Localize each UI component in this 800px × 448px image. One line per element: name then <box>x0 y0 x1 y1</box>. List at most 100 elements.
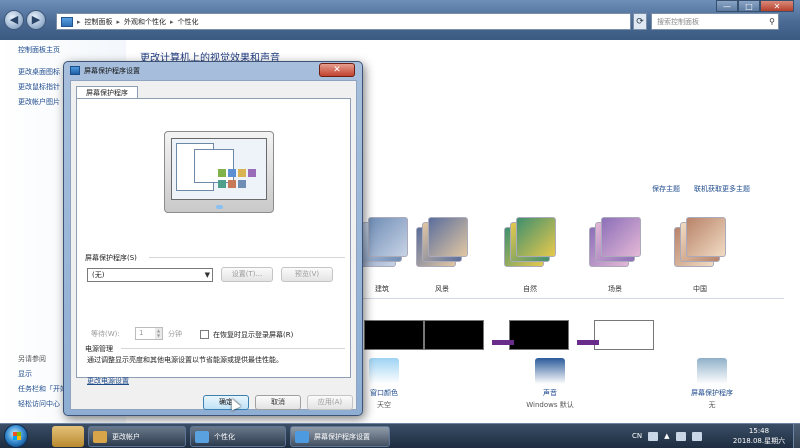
color-bar <box>577 340 599 345</box>
system-tray: CN ▲ <box>632 424 702 448</box>
show-desktop-button[interactable] <box>793 424 800 448</box>
close-button[interactable]: ✕ <box>760 0 794 12</box>
keyboard-icon[interactable] <box>648 431 659 441</box>
forward-button[interactable]: ▶ <box>26 10 46 30</box>
sound-value: Windows 默认 <box>526 401 574 409</box>
breadcrumb-control-panel[interactable]: 控制面板 <box>85 17 113 27</box>
theme-thumbnail <box>686 217 726 257</box>
screensaver-group-label: 屏幕保护程序(S) <box>85 254 137 262</box>
spinner-arrows[interactable]: ▲ ▼ <box>155 328 162 339</box>
clock[interactable]: 15:48 2018.08.星期六 <box>726 426 792 446</box>
left-nav-mouse-pointer[interactable]: 更改鼠标指针 <box>18 82 60 92</box>
theme-label: 场景 <box>608 285 622 293</box>
wait-unit-label: 分钟 <box>168 330 182 338</box>
wait-label: 等待(W): <box>91 330 120 338</box>
theme-item[interactable] <box>581 217 651 287</box>
tab-page: 屏幕保护程序(S) (无) ▼ 设置(T)... 预览(V) 等待(W): 1 … <box>76 98 351 385</box>
dialog-titlebar[interactable]: 屏幕保护程序设置 ✕ <box>64 62 362 79</box>
chevron-right-icon: ▸ <box>77 17 81 26</box>
search-icon: ⚲ <box>769 17 775 26</box>
left-nav-home[interactable]: 控制面板主页 <box>18 45 60 55</box>
resume-logon-label: 在恢复时显示登录屏幕(R) <box>213 331 294 339</box>
chevron-down-icon: ▼ <box>204 271 210 279</box>
screensaver-item[interactable]: 屏幕保护程序 无 <box>672 358 752 410</box>
clock-date: 2018.08.星期六 <box>732 437 786 445</box>
back-button[interactable]: ◀ <box>4 10 24 30</box>
theme-label: 中国 <box>693 285 707 293</box>
language-indicator[interactable]: CN <box>632 432 642 440</box>
monitor-power-light <box>216 205 223 209</box>
cancel-button[interactable]: 取消 <box>255 395 301 410</box>
sound-icon <box>535 358 565 384</box>
see-also-display[interactable]: 显示 <box>18 369 32 379</box>
theme-label: 风景 <box>435 285 449 293</box>
minimize-button[interactable]: — <box>716 0 738 12</box>
sound-item[interactable]: 声音 Windows 默认 <box>510 358 590 410</box>
taskbar-item-label: 个性化 <box>214 432 235 441</box>
screensaver-select[interactable]: (无) ▼ <box>87 268 213 282</box>
monitor-preview <box>164 131 274 219</box>
window-controls: — □ ✕ <box>716 0 794 12</box>
group-divider <box>121 348 345 349</box>
preview-thumb <box>238 180 246 188</box>
search-input[interactable]: 搜索控制面板 ⚲ <box>651 13 779 30</box>
screensaver-label: 屏幕保护程序 <box>691 389 733 397</box>
left-nav-account-picture[interactable]: 更改帐户图片 <box>18 97 60 107</box>
preview-screen <box>171 138 267 200</box>
theme-item[interactable] <box>666 217 736 287</box>
start-button[interactable] <box>4 424 28 448</box>
address-bar[interactable]: ▸ 控制面板 ▸ 外观和个性化 ▸ 个性化 <box>56 13 631 30</box>
preview-window <box>194 149 234 183</box>
resume-logon-checkbox[interactable] <box>200 330 209 339</box>
save-theme-link[interactable]: 保存主题 <box>652 184 680 194</box>
chevron-up-icon[interactable]: ▲ <box>664 432 669 440</box>
wait-minutes-input[interactable]: 1 ▲ ▼ <box>135 327 163 340</box>
breadcrumb-appearance[interactable]: 外观和个性化 <box>124 17 166 27</box>
theme-label: 自然 <box>523 285 537 293</box>
change-power-settings-link[interactable]: 更改电源设置 <box>87 376 129 386</box>
see-also-ease-of-access[interactable]: 轻松访问中心 <box>18 399 60 409</box>
volume-icon[interactable] <box>691 431 702 441</box>
background-swatch[interactable] <box>509 320 569 350</box>
ok-button[interactable]: 确定 <box>203 395 249 410</box>
screensaver-select-value: (无) <box>92 271 105 279</box>
taskbar-item-personalization[interactable]: 个性化 <box>190 426 286 447</box>
dialog-body: 屏幕保护程序 屏幕保护程序(S) (无) ▼ 设置(T)... 预览(V) 等待… <box>70 80 357 410</box>
power-group-label: 电源管理 <box>85 345 113 353</box>
taskbar-item-label: 屏幕保护程序设置 <box>314 432 370 441</box>
taskbar-item-screensaver[interactable]: 屏幕保护程序设置 <box>290 426 390 447</box>
taskbar-item-account[interactable]: 更改帐户 <box>88 426 186 447</box>
search-placeholder: 搜索控制面板 <box>657 17 699 26</box>
preview-button[interactable]: 预览(V) <box>281 267 333 282</box>
background-swatch[interactable] <box>364 320 424 350</box>
windows-logo-icon <box>13 436 21 440</box>
group-divider <box>149 257 345 258</box>
apply-button[interactable]: 应用(A) <box>307 395 353 410</box>
left-nav-desktop-icons[interactable]: 更改桌面图标 <box>18 67 60 77</box>
network-icon[interactable] <box>675 431 686 441</box>
refresh-button[interactable]: ⟳ <box>633 13 647 30</box>
preview-thumb <box>228 180 236 188</box>
preview-thumb <box>218 180 226 188</box>
settings-button[interactable]: 设置(T)... <box>221 267 273 282</box>
background-swatch[interactable] <box>594 320 654 350</box>
background-swatch[interactable] <box>424 320 484 350</box>
get-more-themes-link[interactable]: 联机获取更多主题 <box>694 184 750 194</box>
preview-thumb <box>238 169 246 177</box>
divider <box>342 298 784 299</box>
theme-thumbnail <box>368 217 408 257</box>
theme-item[interactable] <box>496 217 566 287</box>
wait-minutes-value: 1 <box>139 329 144 337</box>
explorer-pinned-icon[interactable] <box>52 426 84 447</box>
sound-label: 声音 <box>543 389 557 397</box>
personalization-icon <box>195 430 209 443</box>
theme-thumbnail <box>428 217 468 257</box>
dialog-close-button[interactable]: ✕ <box>319 63 355 77</box>
maximize-button[interactable]: □ <box>738 0 760 12</box>
nav-buttons: ◀ ▶ <box>4 8 48 32</box>
theme-item[interactable] <box>408 217 478 287</box>
color-bar <box>492 340 514 345</box>
chevron-right-icon: ▸ <box>170 17 174 26</box>
screensaver-dialog: 屏幕保护程序设置 ✕ 屏幕保护程序 屏幕保护程序(S) (无) ▼ 设置(T).… <box>63 61 363 416</box>
breadcrumb-personalization[interactable]: 个性化 <box>178 17 199 27</box>
